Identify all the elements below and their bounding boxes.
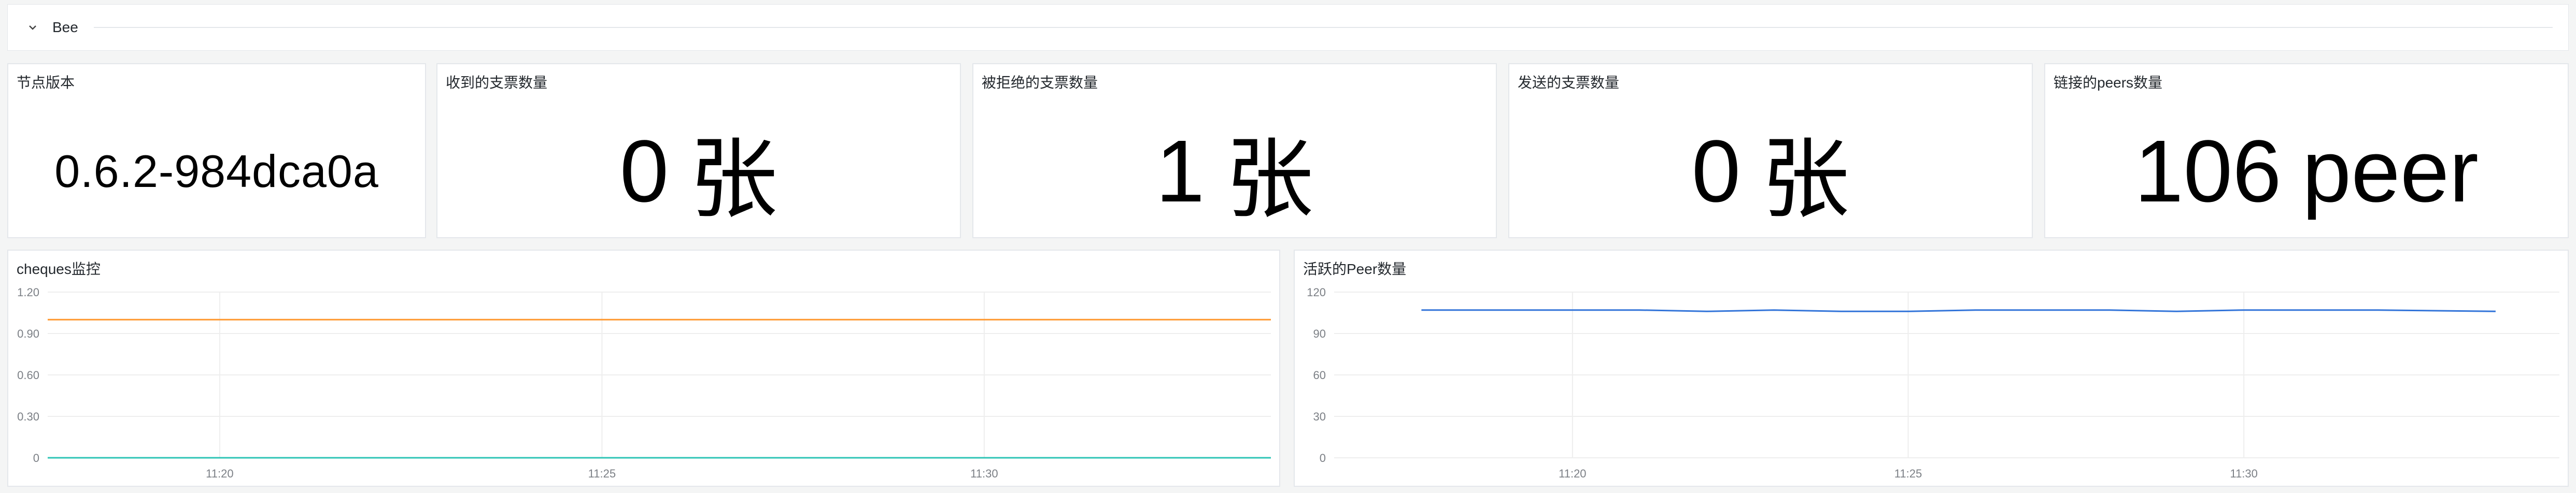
x-tick-label: 11:20	[206, 467, 233, 480]
stat-panel-rejected-cheques: 被拒绝的支票数量 1 张	[972, 63, 1497, 238]
stat-number: 0	[1691, 122, 1741, 221]
y-tick-label: 0.30	[17, 410, 39, 423]
y-tick-label: 30	[1313, 410, 1326, 423]
cheques-line-chart: 0 0.30 0.60 0.90 1.20 11:20 11:25 11:30	[17, 286, 1271, 480]
stat-panel-connected-peers: 链接的peers数量 106 peer	[2044, 63, 2569, 238]
panel-title: 发送的支票数量	[1518, 75, 1620, 91]
stat-number: 0.6.2-984dca0a	[54, 146, 379, 197]
stat-unit: peer	[2302, 122, 2479, 221]
y-tick-label: 1.20	[17, 286, 39, 299]
y-tick-label: 120	[1307, 286, 1326, 299]
chart-panel-cheques: cheques监控 0 0.30 0.60 0.90 1.20 11:20 11:25 11:…	[7, 250, 1280, 487]
stat-value: 0.6.2-984dca0a	[8, 106, 425, 237]
stat-unit: 张	[1761, 130, 1850, 229]
stat-panel-received-cheques: 收到的支票数量 0 张	[436, 63, 961, 238]
chevron-down-icon[interactable]	[26, 21, 39, 34]
x-tick-label: 11:30	[2230, 467, 2257, 480]
x-tick-label: 11:25	[1894, 467, 1922, 480]
stat-value: 1 张	[973, 106, 1496, 237]
stat-unit: 张	[689, 130, 778, 229]
stat-panel-sent-cheques: 发送的支票数量 0 张	[1508, 63, 2033, 238]
x-tick-label: 11:30	[970, 467, 998, 480]
stat-value: 0 张	[437, 106, 960, 237]
y-tick-label: 0.60	[17, 369, 39, 382]
row-divider	[93, 27, 2553, 28]
y-tick-label: 0	[33, 452, 39, 465]
panel-title: 链接的peers数量	[2054, 75, 2163, 91]
y-tick-label: 0	[1320, 452, 1326, 465]
row-header-bee[interactable]: Bee	[7, 4, 2569, 51]
stat-number: 0	[619, 122, 669, 221]
y-tick-label: 90	[1313, 327, 1326, 340]
chart-panel-active-peers: 活跃的Peer数量 0 30 60 90 120 11:20 11:25 11:30	[1294, 250, 2569, 487]
x-tick-label: 11:20	[1559, 467, 1586, 480]
stat-number: 106	[2134, 122, 2282, 221]
y-tick-label: 0.90	[17, 327, 39, 340]
series-line	[1421, 309, 2496, 312]
y-tick-label: 60	[1313, 369, 1326, 382]
stat-panel-node-version: 节点版本 0.6.2-984dca0a	[7, 63, 426, 238]
stat-value: 106 peer	[2045, 106, 2568, 237]
active-peers-line-chart: 0 30 60 90 120 11:20 11:25 11:30	[1307, 286, 2559, 480]
stat-number: 1	[1155, 122, 1205, 221]
x-tick-label: 11:25	[588, 467, 616, 480]
panel-title: 节点版本	[17, 75, 75, 91]
stat-value: 0 张	[1509, 106, 2032, 237]
panel-title: 被拒绝的支票数量	[982, 75, 1098, 91]
row-title: Bee	[52, 19, 78, 35]
panel-title: 收到的支票数量	[446, 75, 548, 91]
stat-unit: 张	[1225, 130, 1314, 229]
